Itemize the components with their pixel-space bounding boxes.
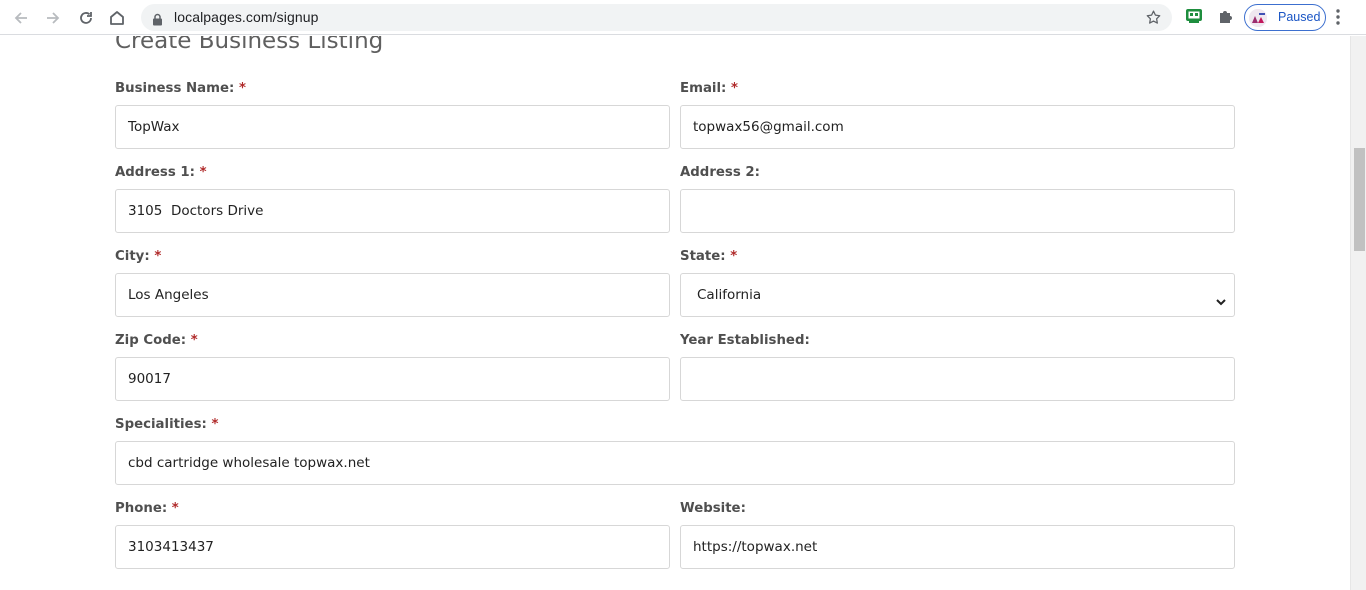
required-mark: * (154, 249, 162, 264)
business-name-label: Business Name: (115, 81, 235, 96)
page-title: Create Business Listing (115, 36, 384, 54)
required-mark: * (199, 165, 207, 180)
required-mark: * (211, 417, 219, 432)
email-field: Email: * topwax56@gmail.com (680, 81, 1235, 149)
year-established-field: Year Established: (680, 333, 1235, 401)
year-established-input[interactable] (680, 357, 1235, 401)
page-content: Create Business Listing Business Name: *… (0, 36, 1350, 590)
year-established-label: Year Established: (680, 333, 810, 348)
business-name-field: Business Name: * TopWax (115, 81, 670, 149)
state-label: State: (680, 249, 726, 264)
business-name-input[interactable]: TopWax (115, 105, 670, 149)
profile-status: Paused (1278, 10, 1321, 24)
address1-field: Address 1: * 3105 Doctors Drive (115, 165, 670, 233)
zip-field: Zip Code: * 90017 (115, 333, 670, 401)
state-field: State: * California (680, 249, 1235, 317)
chevron-down-icon (1216, 291, 1226, 310)
address1-label: Address 1: (115, 165, 195, 180)
website-input[interactable]: https://topwax.net (680, 525, 1235, 569)
phone-input[interactable]: 3103413437 (115, 525, 670, 569)
url-text: localpages.com/signup (174, 9, 319, 25)
home-icon[interactable] (104, 5, 130, 31)
required-mark: * (731, 81, 738, 96)
city-input[interactable]: Los Angeles (115, 273, 670, 317)
city-label: City: (115, 249, 150, 264)
address2-label: Address 2: (680, 165, 760, 180)
more-icon[interactable] (1336, 8, 1340, 30)
vertical-scrollbar[interactable] (1350, 36, 1366, 590)
address2-input[interactable] (680, 189, 1235, 233)
specialities-input[interactable]: cbd cartridge wholesale topwax.net (115, 441, 1235, 485)
address1-input[interactable]: 3105 Doctors Drive (115, 189, 670, 233)
lock-icon (152, 11, 163, 30)
browser-toolbar: localpages.com/signup Paused (0, 0, 1366, 35)
specialities-label: Specialities: (115, 417, 207, 432)
required-mark: * (171, 501, 179, 516)
avatar (1249, 9, 1267, 27)
required-mark: * (190, 333, 198, 348)
bookmark-star-icon[interactable] (1145, 9, 1162, 30)
phone-field: Phone: * 3103413437 (115, 501, 670, 569)
email-input[interactable]: topwax56@gmail.com (680, 105, 1235, 149)
profile-button[interactable]: Paused (1244, 4, 1326, 31)
required-mark: * (730, 249, 738, 264)
required-mark: * (238, 81, 246, 96)
puzzle-icon[interactable] (1217, 7, 1235, 29)
website-field: Website: https://topwax.net (680, 501, 1235, 569)
forward-icon[interactable] (40, 5, 66, 31)
reload-icon[interactable] (73, 5, 99, 31)
city-field: City: * Los Angeles (115, 249, 670, 317)
zip-label: Zip Code: (115, 333, 187, 348)
state-select[interactable]: California (680, 273, 1235, 317)
phone-label: Phone: (115, 501, 168, 516)
address-bar[interactable]: localpages.com/signup (141, 4, 1172, 31)
address2-field: Address 2: (680, 165, 1235, 233)
zip-input[interactable]: 90017 (115, 357, 670, 401)
extension-icon[interactable] (1185, 7, 1203, 29)
website-label: Website: (680, 501, 746, 516)
email-label: Email: (680, 81, 727, 96)
specialities-field: Specialities: * cbd cartridge wholesale … (115, 417, 1235, 485)
scrollbar-thumb[interactable] (1354, 148, 1365, 251)
back-icon[interactable] (8, 5, 34, 31)
